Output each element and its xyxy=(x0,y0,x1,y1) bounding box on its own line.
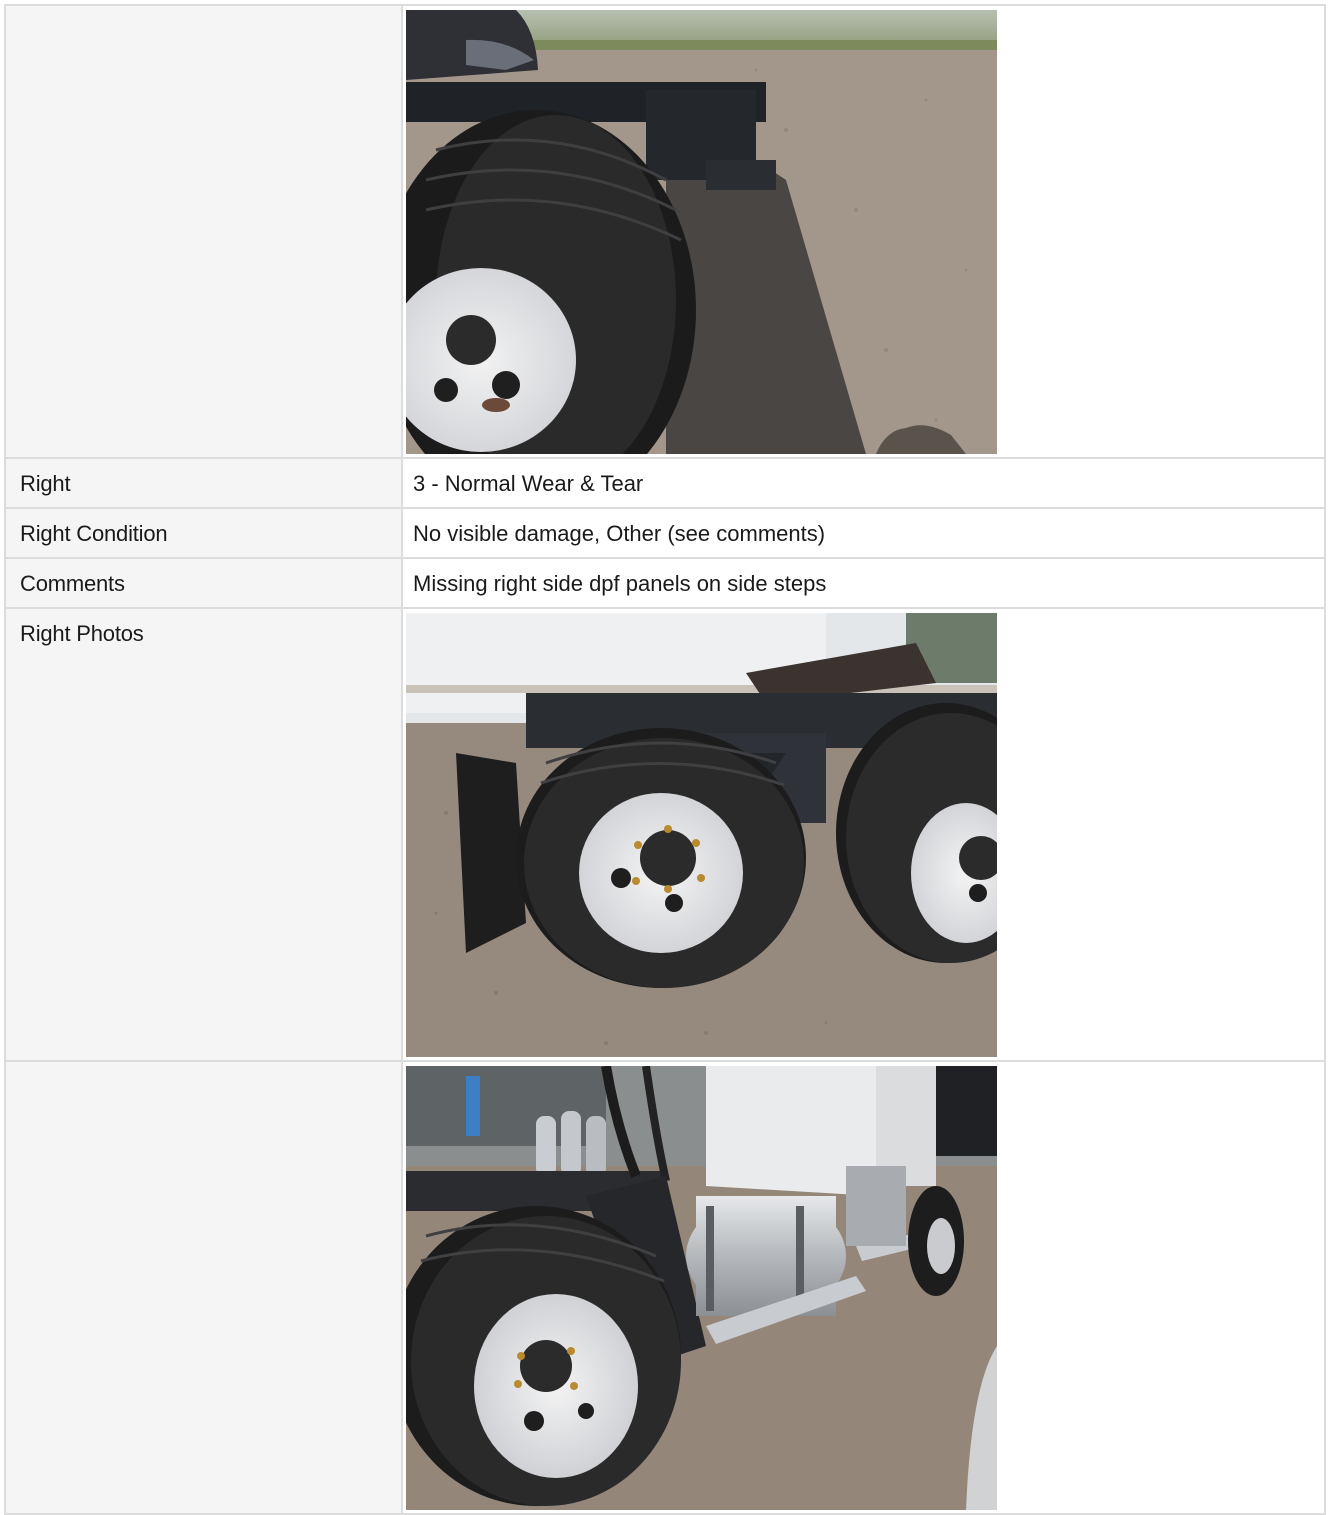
photo-cell xyxy=(401,4,1326,459)
photo-row-additional xyxy=(4,1060,1326,1515)
inspection-report-table: Right 3 - Normal Wear & Tear Right Condi… xyxy=(4,4,1326,1515)
row-value-comments: Missing right side dpf panels on side st… xyxy=(401,557,1326,609)
photo-row-continued xyxy=(4,4,1326,459)
row-value-right-condition: No visible damage, Other (see comments) xyxy=(401,507,1326,559)
photo-cell xyxy=(401,607,1326,1062)
right-side-fuel-tank-steps-photo[interactable] xyxy=(406,1066,997,1510)
rear-dual-tires-frame-photo[interactable] xyxy=(406,10,997,454)
row-label-right-condition: Right Condition xyxy=(4,507,403,559)
row-value-right: 3 - Normal Wear & Tear xyxy=(401,457,1326,509)
row-right-condition: Right Condition No visible damage, Other… xyxy=(4,507,1326,559)
right-tandem-tires-mudflap-photo[interactable] xyxy=(406,613,997,1057)
row-right-photos: Right Photos xyxy=(4,607,1326,1062)
row-label-right: Right xyxy=(4,457,403,509)
row-label-right-photos: Right Photos xyxy=(4,607,403,1062)
row-label-comments: Comments xyxy=(4,557,403,609)
photo-cell xyxy=(401,1060,1326,1515)
row-label-empty xyxy=(4,1060,403,1515)
row-right: Right 3 - Normal Wear & Tear xyxy=(4,457,1326,509)
row-label-empty xyxy=(4,4,403,459)
row-comments: Comments Missing right side dpf panels o… xyxy=(4,557,1326,609)
